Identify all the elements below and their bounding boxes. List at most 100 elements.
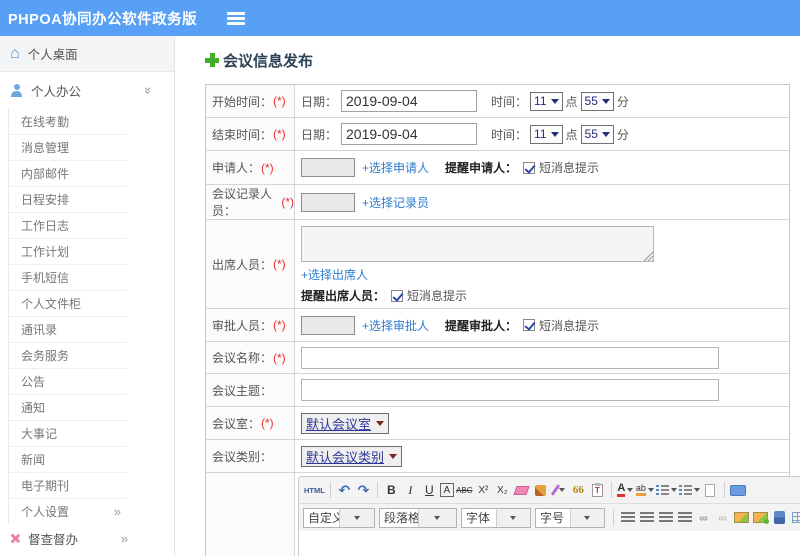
end-minute-select[interactable]: 55 [580,124,614,144]
insert-link-icon[interactable]: ∞ [695,508,712,528]
italic-icon[interactable]: I [402,480,419,500]
sidebar-item-news[interactable]: 新闻 [9,446,127,472]
toolbar-separator [613,509,614,526]
form-row-end-time: 结束时间：(*) 日期： 时间： 11 点 55 分 [206,118,789,151]
html-source-button[interactable]: HTML [304,480,325,500]
sms-remind-checkbox[interactable] [523,161,536,174]
ordered-list-icon[interactable] [655,480,677,500]
sidebar-item-meeting-service[interactable]: 会务服务 [9,342,127,368]
align-left-icon[interactable] [619,508,636,528]
redo-icon[interactable]: ↷ [355,480,372,500]
end-hour-select[interactable]: 11 [530,124,563,144]
sidebar-item-messages[interactable]: 消息管理 [9,134,127,160]
sidebar-item-announcement[interactable]: 公告 [9,368,127,394]
date-label: 日期： [301,127,338,142]
meeting-name-input[interactable] [301,346,719,369]
dropdown-arrow-icon [389,453,398,459]
required-mark: (*) [273,94,286,108]
hamburger-menu-icon[interactable] [227,11,246,25]
sidebar-item-attendance[interactable]: 在线考勤 [9,108,127,134]
minute-unit: 分 [616,127,629,142]
sidebar-item-contacts[interactable]: 通讯录 [9,316,127,342]
sidebar-item-notice[interactable]: 通知 [9,394,127,420]
sidebar-item-internal-mail[interactable]: 内部邮件 [9,160,127,186]
align-center-icon[interactable] [638,508,655,528]
field-label: 会议室： [212,416,261,431]
form-row-applicant: 申请人： (*) +选择申请人 提醒申请人： 短消息提示 [206,151,789,185]
paste-icon[interactable]: T [589,480,606,500]
sidebar-item-label: 个人桌面 [27,48,78,62]
insert-image-icon[interactable] [733,508,750,528]
dropdown-arrow-icon [376,420,385,426]
upload-image-icon[interactable] [752,508,769,528]
sidebar-item-work-plan[interactable]: 工作计划 [9,238,127,264]
meeting-room-select[interactable]: 默认会议室 [301,412,390,434]
remind-attendees-label: 提醒出席人员： [301,289,386,303]
sidebar-item-supervision[interactable]: 督查督办 » [0,524,174,552]
sidebar-item-personal-settings[interactable]: 个人设置 » [9,498,127,524]
format-wand-icon[interactable] [550,480,568,500]
required-mark: (*) [261,416,274,430]
select-attendees-link[interactable]: +选择出席人 [301,266,368,283]
subscript-icon[interactable]: X₂ [494,480,511,500]
attendees-textarea[interactable] [301,226,654,262]
eraser-icon[interactable] [513,480,530,500]
field-label: 会议记录人员： [212,187,273,218]
sidebar-item-e-journal[interactable]: 电子期刊 [9,472,127,498]
sidebar-item-work-log[interactable]: 工作日志 [9,212,127,238]
sidebar-item-label: 督查督办 [28,532,79,547]
start-date-input[interactable] [341,90,478,112]
start-hour-select[interactable]: 11 [530,91,563,111]
hour-unit: 点 [565,127,578,142]
select-approver-link[interactable]: +选择审批人 [362,317,429,334]
sidebar-item-schedule[interactable]: 日程安排 [9,186,127,212]
user-icon [10,83,23,97]
bold-icon[interactable]: B [383,480,400,500]
dropdown-arrow-icon [550,131,559,137]
sidebar-item-personal-office[interactable]: 个人办公 » [0,72,174,108]
sms-remind-checkbox[interactable] [391,289,404,302]
select-recorder-link[interactable]: +选择记录员 [362,194,429,211]
align-justify-icon[interactable] [676,508,693,528]
underline-icon[interactable]: U [421,480,438,500]
form-row-approver: 审批人员： (*) +选择审批人 提醒审批人： 短消息提示 [206,309,789,342]
meeting-category-select[interactable]: 默认会议类别 [301,445,403,467]
select-applicant-link[interactable]: +选择申请人 [362,159,429,176]
superscript-icon[interactable]: X² [475,480,492,500]
font-size-select[interactable]: 字号 [535,507,605,528]
field-label: 结束时间： [212,127,273,142]
new-page-icon[interactable] [702,480,719,500]
recorder-input[interactable] [301,192,355,212]
undo-icon[interactable]: ↶ [336,480,353,500]
remind-applicant-label: 提醒申请人： [445,161,518,175]
end-date-input[interactable] [341,123,478,145]
highlight-icon[interactable]: ab [635,480,654,500]
sms-remind-checkbox[interactable] [523,319,536,331]
unordered-list-icon[interactable] [678,480,700,500]
editor-content-area[interactable] [299,531,800,556]
font-color-icon[interactable]: A [617,480,634,500]
align-right-icon[interactable] [657,508,674,528]
applicant-input[interactable] [301,158,355,177]
start-minute-select[interactable]: 55 [580,91,614,111]
sidebar-item-file-cabinet[interactable]: 个人文件柜 [9,290,127,316]
paragraph-format-select[interactable]: 段落格式 [379,507,457,528]
remove-link-icon[interactable]: ∞ [714,508,731,528]
meeting-form: 开始时间：(*) 日期： 时间： 11 点 55 分 结束时间：(*) 日期： … [205,84,800,556]
strikethrough-icon[interactable]: ABC [456,480,473,500]
custom-title-select[interactable]: 自定义标题 [303,507,375,528]
blockquote-icon[interactable]: 66 [570,480,587,500]
brush-icon[interactable] [532,480,549,500]
meeting-topic-input[interactable] [301,379,719,401]
insert-media-icon[interactable] [771,508,788,528]
font-family-select[interactable]: 字体 [461,507,531,528]
approver-input[interactable] [301,315,355,335]
insert-table-icon[interactable] [790,508,800,528]
font-style-icon[interactable]: A [439,483,454,497]
chevron-double-down-icon: » [140,86,156,94]
fullscreen-icon[interactable] [730,480,747,500]
date-label: 日期： [301,94,338,109]
sidebar-item-desktop[interactable]: ⌂ 个人桌面 [0,36,174,72]
sidebar-item-sms[interactable]: 手机短信 [9,264,127,290]
sidebar-item-memorabilia[interactable]: 大事记 [9,420,127,446]
